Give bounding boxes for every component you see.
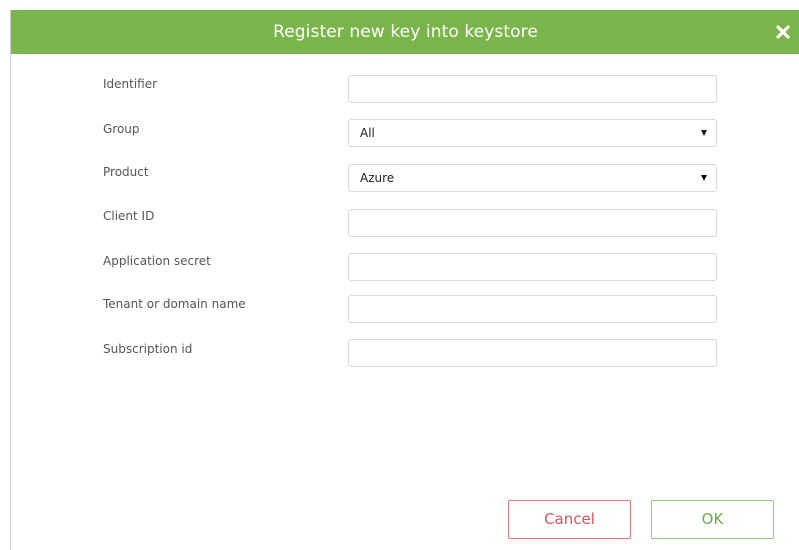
identifier-input[interactable]	[348, 75, 717, 103]
product-row: Product Azure	[11, 164, 799, 194]
group-selected-value: All	[360, 126, 375, 140]
client-id-input[interactable]	[348, 209, 717, 237]
product-select[interactable]: Azure	[348, 164, 717, 192]
dialog-header: Register new key into keystore	[11, 10, 799, 54]
product-selected-value: Azure	[360, 171, 395, 185]
tenant-label: Tenant or domain name	[103, 297, 246, 311]
application-secret-row: Application secret	[11, 253, 799, 283]
dialog-title: Register new key into keystore	[273, 22, 538, 42]
cancel-button[interactable]: Cancel	[508, 500, 631, 539]
identifier-row: Identifier	[11, 75, 799, 106]
group-select[interactable]: All	[348, 119, 717, 147]
dropdown-arrow-icon	[701, 175, 707, 181]
close-icon	[776, 25, 790, 39]
application-secret-label: Application secret	[103, 254, 211, 268]
subscription-id-row: Subscription id	[11, 339, 799, 371]
group-row: Group All	[11, 119, 799, 151]
client-id-label: Client ID	[103, 209, 155, 223]
client-id-row: Client ID	[11, 208, 799, 238]
group-label: Group	[103, 122, 140, 136]
application-secret-input[interactable]	[348, 253, 717, 281]
register-key-dialog: Register new key into keystore Identifie…	[10, 10, 799, 550]
identifier-label: Identifier	[103, 77, 158, 91]
ok-button[interactable]: OK	[651, 500, 774, 539]
dropdown-arrow-icon	[701, 130, 707, 136]
tenant-row: Tenant or domain name	[11, 295, 799, 326]
subscription-id-input[interactable]	[348, 339, 717, 367]
subscription-id-label: Subscription id	[103, 342, 193, 356]
close-button[interactable]	[766, 10, 799, 54]
tenant-input[interactable]	[348, 295, 717, 323]
product-label: Product	[103, 165, 149, 179]
